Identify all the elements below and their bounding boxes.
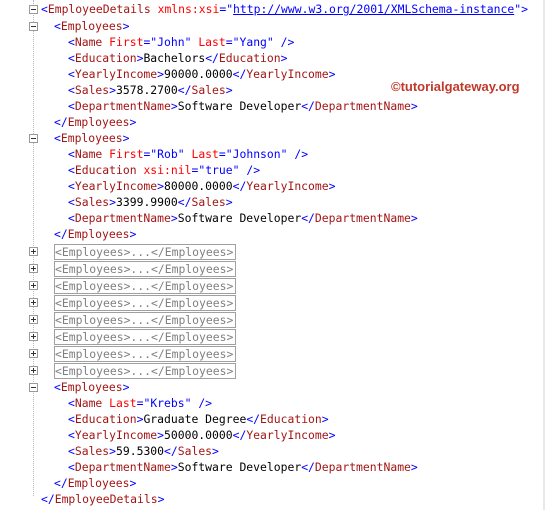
expand-employee-toggle[interactable] [29,247,38,256]
employee-3-close: </Employees> [54,476,137,490]
collapsed-employee[interactable]: <Employees>...</Employees> [54,329,237,345]
root-attr-link[interactable]: http://www.w3.org/2001/XMLSchema-instanc… [233,2,514,16]
collapsed-employee[interactable]: <Employees>...</Employees> [54,363,237,379]
collapse-employee-2-toggle[interactable] [29,134,38,143]
employee-2-income: <YearlyIncome>80000.0000</YearlyIncome> [68,179,336,193]
employee-1-name: <Name First="John" Last="Yang" /> [68,35,295,49]
employee-3-income: <YearlyIncome>50000.0000</YearlyIncome> [68,428,336,442]
employee-3-department: <DepartmentName>Software Developer</Depa… [68,460,418,474]
employee-2-sales: <Sales>3399.9900</Sales> [68,195,233,209]
employee-1-close: </Employees> [54,115,137,129]
collapsed-employee[interactable]: <Employees>...</Employees> [54,244,237,260]
root-open-tag: EmployeeDetails [47,2,151,16]
employee-3-open: <Employees> [54,380,130,394]
employee-1-education: <Education>Bachelors</Education> [68,51,288,65]
collapse-root-toggle[interactable] [29,5,38,14]
employee-1-department: <DepartmentName>Software Developer</Depa… [68,99,418,113]
root-open-line: <EmployeeDetails xmlns:xsi="http://www.w… [41,2,528,16]
employee-1-income: <YearlyIncome>90000.0000</YearlyIncome> [68,67,336,81]
collapsed-employee[interactable]: <Employees>...</Employees> [54,312,237,328]
employee-3-name: <Name Last="Krebs" /> [68,396,213,410]
collapsed-employee[interactable]: <Employees>...</Employees> [54,261,237,277]
employee-1-sales: <Sales>3578.2700</Sales> [68,83,233,97]
xml-editor[interactable]: ©tutorialgateway.org <EmployeeDetails xm… [0,0,545,510]
employee-2-name: <Name First="Rob" Last="Johnson" /> [68,147,309,161]
collapsed-employee[interactable]: <Employees>...</Employees> [54,295,237,311]
employee-3-sales: <Sales>59.5300</Sales> [68,444,219,458]
collapsed-employee[interactable]: <Employees>...</Employees> [54,346,237,362]
employee-2-open: <Employees> [54,131,130,145]
root-close-line: </EmployeeDetails> [41,492,165,506]
expand-employee-toggle[interactable] [29,349,38,358]
collapse-employee-3-toggle[interactable] [29,383,38,392]
expand-employee-toggle[interactable] [29,315,38,324]
expand-employee-toggle[interactable] [29,366,38,375]
root-attr-name: xmlns:xsi [157,2,220,16]
watermark: ©tutorialgateway.org [391,79,520,94]
root-close-tag: EmployeeDetails [54,492,158,506]
expand-employee-toggle[interactable] [29,281,38,290]
collapse-employee-1-toggle[interactable] [29,22,38,31]
employee-2-education: <Education xsi:nil="true" /> [68,163,261,177]
expand-employee-toggle[interactable] [29,332,38,341]
expand-employee-toggle[interactable] [29,264,38,273]
employee-1-open: <Employees> [54,19,130,33]
expand-employee-toggle[interactable] [29,298,38,307]
employee-3-education: <Education>Graduate Degree</Education> [68,412,329,426]
collapsed-employee[interactable]: <Employees>...</Employees> [54,278,237,294]
employee-2-department: <DepartmentName>Software Developer</Depa… [68,211,418,225]
employee-2-close: </Employees> [54,227,137,241]
